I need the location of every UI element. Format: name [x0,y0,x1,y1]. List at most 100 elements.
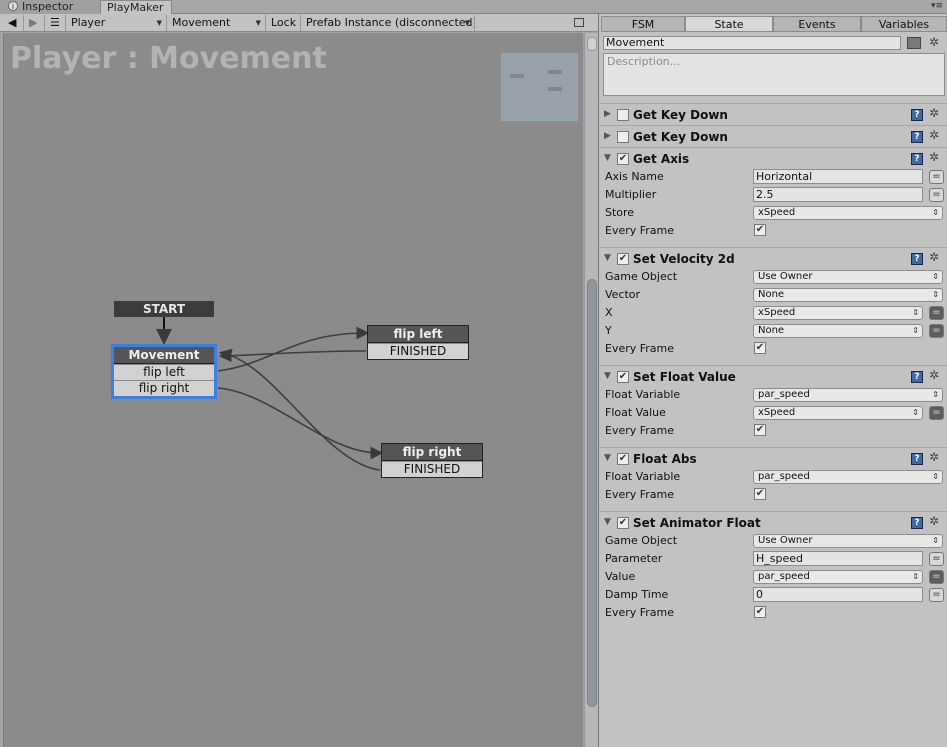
param-value-field[interactable]: 0 [753,587,923,602]
triangle-down-icon[interactable]: ▼ [604,153,611,163]
param-value-field[interactable]: Horizontal [753,169,923,184]
param-value-select[interactable]: Use Owner ⇕ [753,270,943,284]
param-checkbox[interactable]: ✔ [754,488,766,500]
variable-toggle-button[interactable]: = [929,552,944,566]
help-icon[interactable]: ? [911,253,923,265]
triangle-down-icon[interactable]: ▼ [604,371,611,381]
state-node-flip-left[interactable]: flip left FINISHED [367,325,469,360]
variable-toggle-button[interactable]: = [929,188,944,202]
action-title: Set Velocity 2d [633,252,735,266]
action-header[interactable]: ▼ ✔ Set Animator Float? ✲ [599,512,947,532]
action-header[interactable]: ▼ ✔ Float Abs? ✲ [599,448,947,468]
help-icon[interactable]: ? [911,517,923,529]
gear-icon[interactable]: ✲ [929,36,939,48]
param-value-select[interactable]: xSpeed ⇕ [753,206,943,220]
help-icon[interactable]: ? [911,453,923,465]
param-checkbox[interactable]: ✔ [754,606,766,618]
window-menu-icon[interactable]: ▾≡ [931,0,943,12]
action-header[interactable]: ▼ ✔ Get Axis? ✲ [599,148,947,168]
transition-flip-right[interactable]: flip right [114,380,214,396]
action-set-velocity-2d: ▼ ✔ Set Velocity 2d? ✲ Game Object Use Owner ⇕… [599,247,947,365]
list-icon: ☰ [50,16,60,29]
tab-state[interactable]: State [685,16,773,32]
param-checkbox[interactable]: ✔ [754,224,766,236]
gear-icon[interactable]: ✲ [929,515,939,527]
state-name-field[interactable]: Movement [603,36,901,50]
graph-scrollbar[interactable] [584,33,598,747]
param-value-select[interactable]: Use Owner ⇕ [753,534,943,548]
state-node-flip-right[interactable]: flip right FINISHED [381,443,483,478]
variable-toggle-button[interactable]: = [929,406,944,420]
help-icon[interactable]: ? [911,131,923,143]
action-enabled-checkbox[interactable] [617,109,629,121]
param-value-select[interactable]: None ⇕ [753,288,943,302]
triangle-right-icon[interactable]: ▶ [604,109,611,119]
action-header[interactable]: ▼ ✔ Set Velocity 2d? ✲ [599,248,947,268]
param-label: Every Frame [605,424,675,437]
state-color-swatch[interactable] [907,37,921,49]
triangle-down-icon[interactable]: ▼ [604,253,611,263]
action-enabled-checkbox[interactable]: ✔ [617,371,629,383]
tab-inspector[interactable]: i Inspector [0,0,100,14]
variable-toggle-button[interactable]: = [929,588,944,602]
variable-toggle-button[interactable]: = [929,570,944,584]
transition-flip-left[interactable]: flip left [114,364,214,380]
param-value-select[interactable]: xSpeed ⇕ [753,406,923,420]
gear-icon[interactable]: ✲ [929,107,939,119]
param-checkbox[interactable]: ✔ [754,424,766,436]
tab-playmaker-label: PlayMaker [107,1,164,14]
triangle-right-icon[interactable]: ▶ [604,131,611,141]
triangle-down-icon[interactable]: ▼ [604,453,611,463]
gear-icon[interactable]: ✲ [929,251,939,263]
variable-toggle-button[interactable]: = [929,170,944,184]
scrollbar-thumb[interactable] [587,279,597,707]
tab-fsm[interactable]: FSM [601,16,685,32]
maximize-button[interactable] [570,15,588,31]
lock-button[interactable]: Lock [267,15,301,31]
triangle-down-icon[interactable]: ▼ [604,517,611,527]
tab-playmaker[interactable]: PlayMaker [100,0,172,15]
variable-toggle-button[interactable]: = [929,324,944,338]
help-icon[interactable]: ? [911,109,923,121]
action-header[interactable]: ▶ Get Key Down? ✲ [599,126,947,146]
param-value-field[interactable]: 2.5 [753,187,923,202]
param-label: Float Value [605,406,666,419]
action-header[interactable]: ▶ Get Key Down? ✲ [599,104,947,124]
param-value-select[interactable]: None ⇕ [753,324,923,338]
help-icon[interactable]: ? [911,153,923,165]
forward-button[interactable]: ▶ [25,15,45,31]
gear-icon[interactable]: ✲ [929,129,939,141]
gear-icon[interactable]: ✲ [929,451,939,463]
help-icon[interactable]: ? [911,371,923,383]
action-enabled-checkbox[interactable]: ✔ [617,153,629,165]
action-enabled-checkbox[interactable]: ✔ [617,517,629,529]
description-field[interactable]: Description... [603,53,945,96]
action-enabled-checkbox[interactable]: ✔ [617,253,629,265]
action-header[interactable]: ▼ ✔ Set Float Value? ✲ [599,366,947,386]
gear-icon[interactable]: ✲ [929,369,939,381]
tab-variables[interactable]: Variables [861,16,947,32]
gameobject-select[interactable]: Player ▼ [67,15,167,31]
param-value-select[interactable]: par_speed ⇕ [753,388,943,402]
fsm-graph-canvas[interactable]: Player : Movement START Movement flip le… [3,33,583,747]
inspector-tabs: FSM State Events Variables [599,14,947,33]
transition-finished[interactable]: FINISHED [382,461,482,477]
param-value-field[interactable]: H_speed [753,551,923,566]
tab-events[interactable]: Events [773,16,861,32]
scrollbar-cap[interactable] [587,37,597,51]
fsm-select[interactable]: Movement ▼ [168,15,266,31]
param-select-label: xSpeed [758,407,796,418]
variable-toggle-button[interactable]: = [929,306,944,320]
param-value-select[interactable]: xSpeed ⇕ [753,306,923,320]
back-button[interactable]: ◀ [4,15,24,31]
gear-icon[interactable]: ✲ [929,151,939,163]
param-value-select[interactable]: par_speed ⇕ [753,570,923,584]
action-enabled-checkbox[interactable] [617,131,629,143]
param-value-select[interactable]: par_speed ⇕ [753,470,943,484]
state-node-movement[interactable]: Movement flip left flip right [111,344,217,399]
param-checkbox[interactable]: ✔ [754,342,766,354]
action-enabled-checkbox[interactable]: ✔ [617,453,629,465]
menu-button[interactable]: ☰ [46,15,66,31]
transition-finished[interactable]: FINISHED [368,343,468,359]
prefab-select[interactable]: Prefab Instance (disconnected) ▼ [302,15,475,31]
